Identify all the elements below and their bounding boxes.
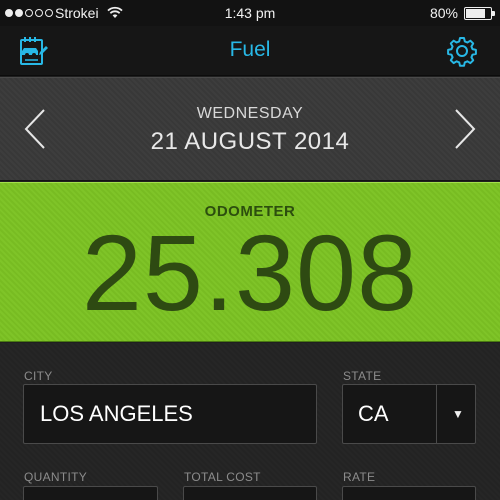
total-cost-label: TOTAL COST [184, 470, 261, 484]
city-label: CITY [24, 369, 53, 383]
odometer-panel[interactable]: ODOMETER 25.308 [0, 182, 500, 342]
dropdown-arrow-icon[interactable]: ▼ [452, 407, 464, 421]
odometer-value[interactable]: 25.308 [0, 213, 500, 333]
date-full: 21 AUGUST 2014 [150, 128, 350, 155]
fuel-entry-form: CITY LOS ANGELES STATE CA ▼ QUANTITY TOT… [0, 343, 500, 500]
rate-field[interactable] [342, 486, 476, 500]
rate-label: RATE [343, 470, 376, 484]
status-bar: Strokei 1:43 pm 80% [0, 0, 500, 26]
gear-icon[interactable] [446, 35, 478, 67]
state-divider [436, 385, 437, 443]
date-selector: WEDNESDAY 21 AUGUST 2014 [0, 77, 500, 181]
state-value: CA [358, 401, 389, 426]
city-field[interactable]: LOS ANGELES [23, 384, 317, 444]
chevron-right-icon[interactable] [450, 106, 480, 152]
status-time: 1:43 pm [224, 5, 276, 21]
battery-icon [464, 7, 495, 20]
page-title: Fuel [229, 38, 271, 61]
state-select[interactable]: CA ▼ [342, 384, 476, 444]
quantity-field[interactable] [23, 486, 158, 500]
state-label: STATE [343, 369, 382, 383]
quantity-label: QUANTITY [24, 470, 88, 484]
nav-bar: Fuel [0, 26, 500, 76]
total-cost-field[interactable] [183, 486, 317, 500]
date-weekday: WEDNESDAY [196, 105, 304, 122]
battery-percentage: 80% [429, 5, 458, 21]
